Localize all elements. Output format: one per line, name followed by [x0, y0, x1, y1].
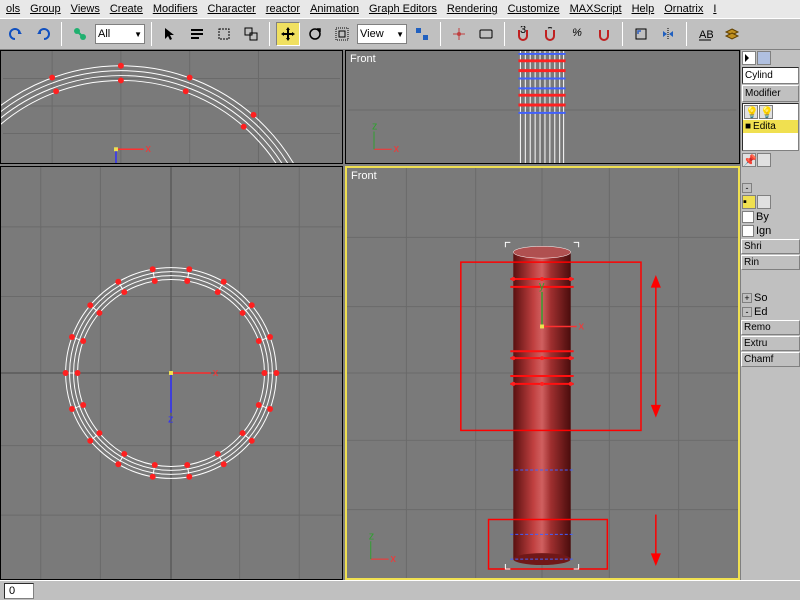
mirror-button[interactable]: [656, 22, 680, 46]
menu-extra[interactable]: I: [709, 1, 720, 17]
stack-tools: 📌: [741, 152, 800, 168]
redo-button[interactable]: [31, 22, 55, 46]
svg-text:x: x: [394, 143, 400, 155]
chamfer-button[interactable]: Chamf: [741, 352, 800, 367]
svg-text:z: z: [168, 414, 173, 426]
menu-character[interactable]: Character: [204, 1, 260, 17]
viewport-bottom-right[interactable]: Front: [345, 166, 740, 580]
rotate-button[interactable]: [303, 22, 327, 46]
svg-text:3: 3: [520, 26, 526, 36]
layers-button[interactable]: [720, 22, 744, 46]
command-panel: Cylind Modifier 💡 💡 Edita 📌 - ▪ By Ign S…: [740, 50, 800, 580]
viewport-workspace: x z Front: [0, 50, 740, 580]
create-tab-icon[interactable]: [742, 51, 756, 65]
viewport-label: Front: [351, 170, 377, 182]
viewport-label: Front: [350, 53, 376, 65]
align-button[interactable]: ABC: [693, 22, 717, 46]
svg-text:z: z: [372, 121, 377, 133]
viewport-top-right[interactable]: Front: [345, 50, 740, 164]
shrink-button[interactable]: Shri: [741, 239, 800, 254]
menu-modifiers[interactable]: Modifiers: [149, 1, 202, 17]
move-button[interactable]: [276, 22, 300, 46]
modifier-stack[interactable]: 💡 💡 Edita: [742, 103, 799, 151]
menu-group[interactable]: Group: [26, 1, 65, 17]
ref-coord-dropdown[interactable]: View: [357, 24, 407, 44]
viewport-top-left-canvas: x z: [1, 51, 342, 163]
menu-maxscript[interactable]: MAXScript: [566, 1, 626, 17]
main-toolbar: All View 3 % ABC: [0, 18, 800, 50]
stack-item-editable-poly[interactable]: Edita: [743, 120, 798, 133]
pivot-button[interactable]: [410, 22, 434, 46]
menu-tools[interactable]: ols: [2, 1, 24, 17]
viewport-top-right-canvas: x z: [346, 51, 739, 163]
snap-percent-button[interactable]: %: [565, 22, 589, 46]
modify-tab-icon[interactable]: [757, 51, 771, 65]
svg-text:ABC: ABC: [699, 29, 713, 41]
link-button[interactable]: [68, 22, 92, 46]
lightbulb-icon[interactable]: 💡: [759, 105, 773, 119]
edge-subobj-icon[interactable]: [757, 195, 771, 209]
selection-filter-dropdown[interactable]: All: [95, 24, 145, 44]
manipulate-button[interactable]: [447, 22, 471, 46]
svg-text:y: y: [539, 280, 545, 292]
window-crossing-button[interactable]: [239, 22, 263, 46]
ring-button[interactable]: Rin: [741, 255, 800, 270]
snap-angle-button[interactable]: [538, 22, 562, 46]
status-bar: 0: [0, 580, 800, 600]
pin-stack-icon[interactable]: 📌: [742, 153, 756, 167]
menu-customize[interactable]: Customize: [504, 1, 564, 17]
menu-rendering[interactable]: Rendering: [443, 1, 502, 17]
spinner-snap-button[interactable]: [592, 22, 616, 46]
snap-2d-button[interactable]: 3: [511, 22, 535, 46]
svg-text:x: x: [145, 143, 151, 155]
select-by-name-button[interactable]: [185, 22, 209, 46]
lightbulb-icon[interactable]: 💡: [744, 105, 758, 119]
menu-help[interactable]: Help: [628, 1, 659, 17]
show-end-result-icon[interactable]: [757, 153, 771, 167]
svg-text:x: x: [213, 367, 219, 379]
scale-button[interactable]: [330, 22, 354, 46]
selection-rollout-header[interactable]: -: [741, 182, 800, 194]
viewport-bottom-left[interactable]: x z: [0, 166, 343, 580]
menu-views[interactable]: Views: [67, 1, 104, 17]
soft-selection-header[interactable]: +So: [741, 291, 800, 305]
subobject-icons: ▪: [741, 194, 800, 210]
select-object-button[interactable]: [158, 22, 182, 46]
svg-text:z: z: [369, 530, 374, 542]
svg-text:%: %: [572, 27, 582, 39]
keyboard-shortcut-button[interactable]: [474, 22, 498, 46]
menu-create[interactable]: Create: [106, 1, 147, 17]
menu-ornatrix[interactable]: Ornatrix: [660, 1, 707, 17]
command-panel-tabs: [741, 50, 800, 66]
object-name-field[interactable]: Cylind: [742, 67, 799, 84]
ref-coord-label: View: [360, 28, 384, 40]
named-selection-button[interactable]: [629, 22, 653, 46]
selection-filter-label: All: [98, 28, 110, 40]
viewport-bottom-right-canvas: x y x z: [347, 168, 738, 578]
menu-graph-editors[interactable]: Graph Editors: [365, 1, 441, 17]
viewport-top-left[interactable]: x z: [0, 50, 343, 164]
edit-geometry-header[interactable]: -Ed: [741, 305, 800, 319]
by-vertex-checkbox[interactable]: By: [741, 210, 800, 224]
menu-animation[interactable]: Animation: [306, 1, 363, 17]
vertex-subobj-icon[interactable]: ▪: [742, 195, 756, 209]
undo-button[interactable]: [4, 22, 28, 46]
frame-field[interactable]: 0: [4, 583, 34, 599]
remove-button[interactable]: Remo: [741, 320, 800, 335]
modifier-list-label[interactable]: Modifier: [742, 85, 799, 102]
extrude-button[interactable]: Extru: [741, 336, 800, 351]
rectangular-selection-button[interactable]: [212, 22, 236, 46]
ignore-backfacing-checkbox[interactable]: Ign: [741, 224, 800, 238]
svg-text:x: x: [579, 320, 585, 332]
svg-text:x: x: [391, 553, 397, 565]
viewport-bottom-left-canvas: x z: [1, 167, 342, 579]
menu-reactor[interactable]: reactor: [262, 1, 304, 17]
menu-bar: ols Group Views Create Modifiers Charact…: [0, 0, 800, 18]
